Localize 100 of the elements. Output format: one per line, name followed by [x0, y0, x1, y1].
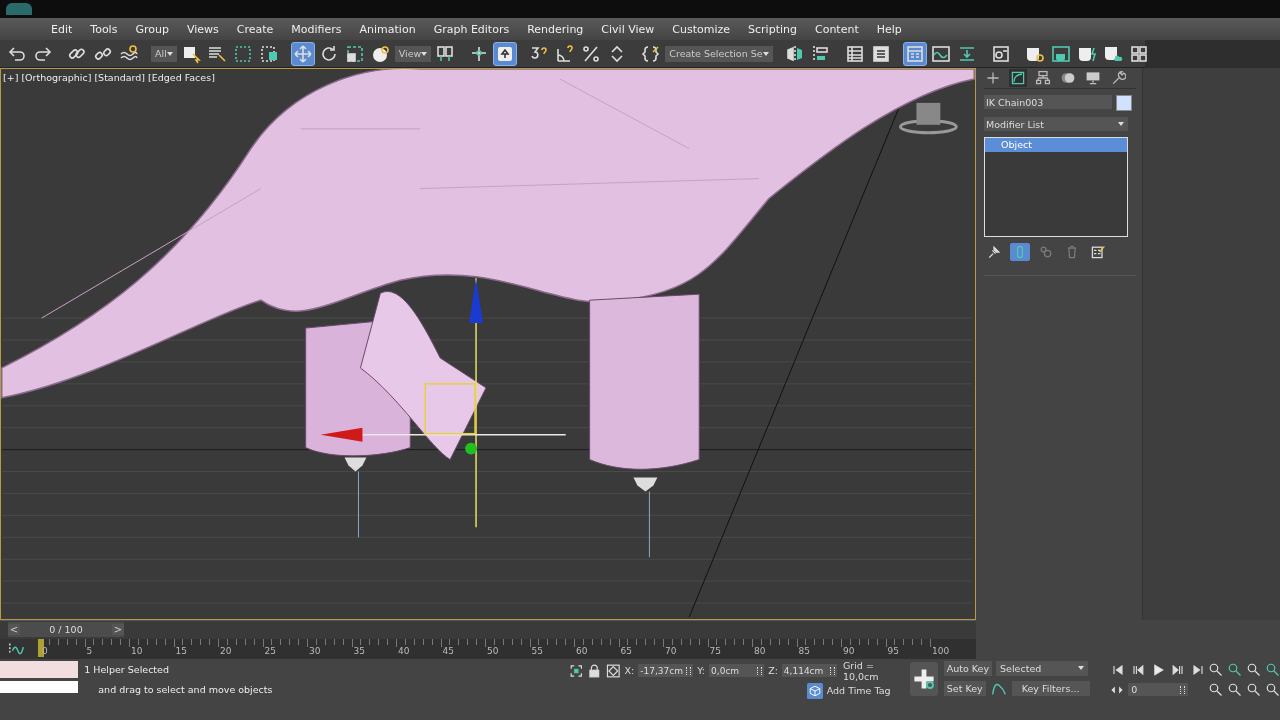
current-frame-marker[interactable] [38, 639, 44, 657]
object-name-field[interactable]: IK Chain003 [984, 95, 1112, 109]
menu-item[interactable]: Customize [663, 22, 740, 36]
region-icon [232, 43, 253, 64]
mirror-icon [784, 43, 805, 64]
lock-icon[interactable] [587, 662, 602, 679]
menu-item[interactable]: Create [227, 22, 283, 36]
frame-number: 15 [175, 646, 187, 656]
object-color-swatch[interactable] [1116, 95, 1132, 111]
key-mode-dropdown[interactable]: Selected [996, 660, 1089, 676]
frame-number: 90 [843, 646, 855, 656]
frame-number: 80 [754, 646, 766, 656]
spinner-arrows-icon[interactable] [829, 666, 835, 675]
menu-item[interactable]: Graph Editors [424, 22, 519, 36]
spinner-arrows-icon[interactable] [757, 666, 763, 675]
current-frame-field[interactable]: 0 [1128, 683, 1189, 696]
frame-number: 50 [487, 646, 499, 656]
isolate-icon[interactable] [568, 662, 584, 679]
display-icon [1085, 70, 1101, 86]
material-icon [990, 43, 1011, 64]
frame-number: 20 [220, 646, 232, 656]
menu-item[interactable]: Views [177, 22, 228, 36]
create-icon [985, 70, 1001, 86]
frame-number: 100 [932, 646, 950, 656]
coordinate-field[interactable]: -17,37cm [638, 664, 694, 677]
script-listener-field[interactable] [0, 661, 79, 678]
add-time-tag-link[interactable]: Add Time Tag [826, 685, 891, 696]
ribbon-button[interactable] [902, 41, 927, 66]
menu-item[interactable]: Content [806, 22, 868, 36]
prompt-text: and drag to select and move objects [97, 683, 274, 695]
frame-number: 5 [86, 646, 93, 656]
layers-icon [870, 43, 891, 64]
percent-icon [581, 43, 602, 64]
menu-item[interactable]: Scripting [739, 22, 806, 36]
menu-item[interactable]: Rendering [518, 22, 593, 36]
time-slider[interactable]: < 0 / 100 > [8, 622, 124, 637]
hierarchy-icon [1035, 70, 1051, 86]
viewport-label[interactable]: [Standard] [94, 72, 146, 83]
menu-item[interactable]: Animation [350, 22, 425, 36]
axis-label: X: [624, 665, 635, 676]
frame-number: 65 [620, 646, 632, 656]
menu-item[interactable]: Tools [81, 22, 127, 36]
move-button[interactable] [290, 41, 315, 66]
curve-icon [930, 43, 951, 64]
caret-icon [166, 51, 173, 56]
menu-item[interactable]: Help [867, 22, 911, 36]
frame-number: 95 [887, 646, 899, 656]
toolbar-dropdown[interactable]: View [394, 45, 432, 62]
set-key-button[interactable]: Set Key [943, 680, 986, 696]
transform-mode-icon[interactable] [605, 662, 621, 679]
pin-icon [986, 244, 1002, 260]
frame-number: 55 [531, 646, 543, 656]
caret-icon [762, 51, 769, 56]
toolbar-dropdown[interactable]: Create Selection Se [665, 45, 773, 62]
time-slider-track[interactable]: < 0 / 100 > [0, 620, 976, 639]
spinner-arrows-icon[interactable] [1180, 685, 1186, 694]
modifier-list-dropdown[interactable]: Modifier List [984, 117, 1128, 131]
menu-item[interactable]: Civil View [592, 22, 664, 36]
utilities-icon [1110, 70, 1126, 86]
caret-icon [1078, 666, 1085, 671]
layout-icon [1128, 43, 1149, 64]
display-tab[interactable] [1084, 69, 1102, 87]
app-logo-icon[interactable] [6, 3, 32, 15]
viewport-label[interactable]: [+] [3, 72, 19, 83]
key-filters-button[interactable]: Key Filters... [1011, 680, 1090, 696]
menu-item[interactable]: Modifiers [282, 22, 351, 36]
configure-icon [1090, 244, 1106, 260]
zoom-icon[interactable] [1208, 661, 1223, 677]
frame-number: 0 [42, 646, 48, 656]
previous-frame-button[interactable]: < [8, 624, 20, 635]
hierarchy-tab[interactable] [1034, 69, 1052, 87]
modify-tab[interactable] [1009, 69, 1027, 87]
frame-number: 40 [398, 646, 410, 656]
frame-number: 35 [353, 646, 365, 656]
toolbar-dropdown[interactable]: All [151, 45, 177, 62]
caret-icon [1118, 122, 1124, 126]
grid-size-text: Grid = 10,0cm [842, 659, 880, 682]
coordinate-field[interactable]: 4,114cm [781, 664, 837, 677]
viewport-label[interactable]: [Orthographic] [21, 72, 92, 83]
viewcube-icon[interactable] [899, 102, 958, 135]
frame-number: 45 [442, 646, 454, 656]
menu-item[interactable]: Group [126, 22, 178, 36]
set-keys-button[interactable] [910, 662, 938, 696]
spinner-arrows-icon[interactable] [686, 666, 692, 675]
explorer-icon [844, 43, 865, 64]
auto-key-button[interactable]: Auto Key [943, 660, 993, 676]
menu-item[interactable]: Edit [42, 22, 82, 36]
frame-number: 60 [576, 646, 588, 656]
frame-number: 25 [264, 646, 276, 656]
viewport[interactable]: [+] [Orthographic] [Standard] [Edged Faces] [0, 68, 976, 620]
script-output-field[interactable] [0, 681, 79, 693]
create-tab[interactable] [984, 69, 1002, 87]
selection-status: 1 Helper Selected [84, 663, 170, 675]
viewport-label[interactable]: [Edged Faces] [148, 72, 215, 83]
caret-icon [421, 51, 428, 56]
coordinate-field[interactable]: 0,0cm [709, 664, 765, 677]
time-tag-icon[interactable] [806, 682, 823, 699]
scale-icon [344, 43, 365, 64]
frame-number: 85 [798, 646, 810, 656]
next-frame-button[interactable]: > [112, 624, 124, 635]
